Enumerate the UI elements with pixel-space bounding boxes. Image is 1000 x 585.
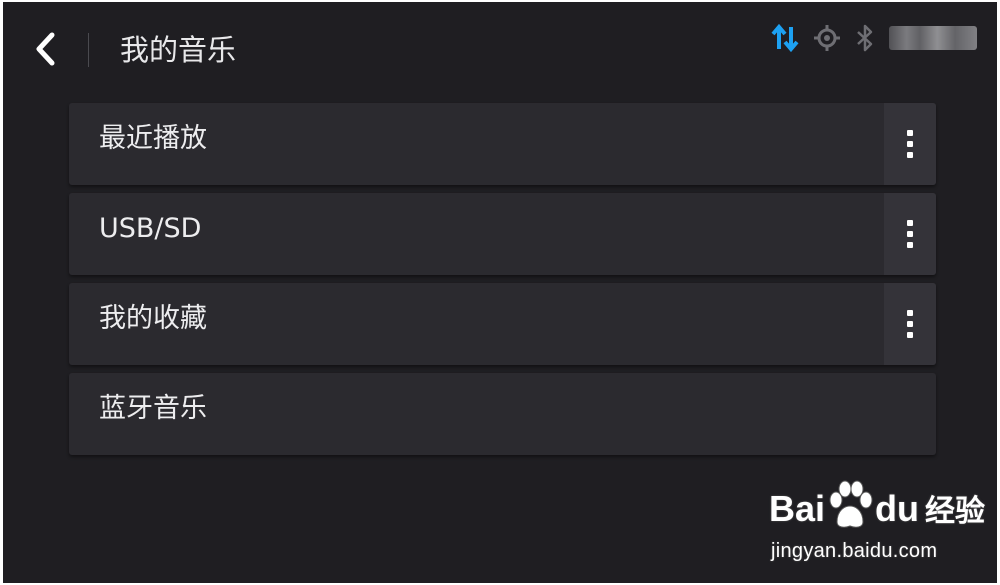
obscured-status-info [889,26,977,50]
more-vertical-icon [907,220,913,226]
chevron-left-icon [36,32,55,66]
list-item-label: USB/SD [99,213,202,244]
list-item-usb-sd[interactable]: USB/SD [69,193,936,275]
location-target-icon [813,24,841,52]
more-options-button[interactable] [884,103,936,185]
watermark-brand-suffix: 经验 [925,494,986,529]
more-vertical-icon-dot [907,321,913,327]
more-vertical-icon-dot [907,152,913,158]
more-vertical-icon-dot [907,242,913,248]
status-bar [771,22,977,54]
watermark-brand-right: du [875,488,920,529]
more-vertical-icon-dot [907,231,913,237]
baidu-jingyan-watermark: Bai du 经验 jingyan.baidu.com [769,480,989,570]
list-item-recent[interactable]: 最近播放 [69,103,936,185]
list-item-label: 我的收藏 [99,303,207,334]
more-vertical-icon [907,130,913,136]
header: 我的音乐 [3,2,997,97]
bluetooth-icon [855,24,875,52]
music-source-list: 最近播放 USB/SD 我的收藏 蓝牙音乐 [69,103,936,463]
more-vertical-icon-dot [907,332,913,338]
more-options-button[interactable] [884,193,936,275]
back-button[interactable] [23,27,67,71]
watermark-brand-left: Bai [769,488,826,529]
screen: 我的音乐 最近播放 USB/SD 我的收藏 蓝牙音乐 Bai du 经验 jin… [3,2,997,583]
baidu-logo: Bai du 经验 [769,480,985,530]
data-transfer-icon [771,23,799,53]
watermark-url: jingyan.baidu.com [771,540,938,562]
header-divider [88,33,89,67]
more-options-button[interactable] [884,283,936,365]
list-item-label: 最近播放 [99,123,207,154]
list-item-bluetooth-music[interactable]: 蓝牙音乐 [69,373,936,455]
list-item-favorites[interactable]: 我的收藏 [69,283,936,365]
paw-icon [829,480,873,528]
more-vertical-icon [907,310,913,316]
list-item-label: 蓝牙音乐 [99,393,207,424]
page-title: 我的音乐 [120,33,237,67]
more-vertical-icon-dot [907,141,913,147]
